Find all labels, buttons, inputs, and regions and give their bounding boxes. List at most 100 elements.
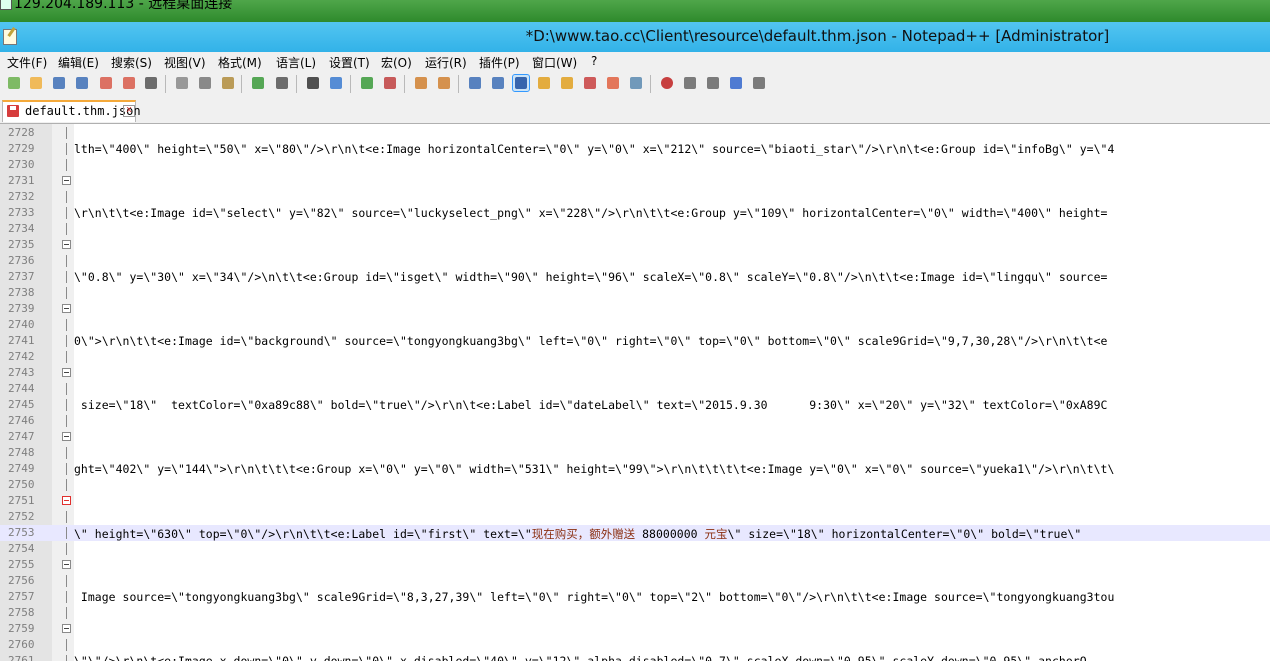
line-number: 2746	[8, 414, 35, 427]
menu-item-11[interactable]: ?	[591, 54, 597, 68]
editor-line[interactable]: 2757 Image source=\"tongyongkuang3bg\" s…	[0, 589, 1270, 605]
fold-guide-line	[66, 447, 67, 459]
replace-icon[interactable]	[328, 75, 344, 91]
menu-item-1[interactable]: 编辑(E)	[58, 54, 99, 71]
close-icon[interactable]	[98, 75, 114, 91]
menu-item-3[interactable]: 视图(V)	[164, 54, 206, 71]
save-macro-icon[interactable]	[751, 75, 767, 91]
editor-line[interactable]: 2760	[0, 637, 1270, 653]
code-text: size=\"18\" textColor=\"0xa89c88\" bold=…	[74, 398, 1108, 412]
editor-line[interactable]: 2729 lth=\"400\" height=\"50\" x=\"80\"/>…	[0, 141, 1270, 157]
tab-default-thm-json[interactable]: default.thm.json x	[2, 100, 141, 122]
sync-horizontal-icon[interactable]	[436, 75, 452, 91]
fold-toggle-icon[interactable]	[62, 304, 71, 313]
function-list-icon[interactable]	[582, 75, 598, 91]
editor-line[interactable]: 2758	[0, 605, 1270, 621]
editor[interactable]: 2728 2729 lth=\"400\" height=\"50\" x=\"80…	[0, 124, 1270, 661]
menu-item-0[interactable]: 文件(F)	[7, 54, 47, 71]
menu-item-7[interactable]: 宏(O)	[381, 54, 412, 71]
zoom-in-icon[interactable]	[359, 75, 375, 91]
fold-guide-line	[66, 335, 67, 347]
copy-icon[interactable]	[197, 75, 213, 91]
doc-map-icon[interactable]	[559, 75, 575, 91]
editor-line[interactable]: 2752	[0, 509, 1270, 525]
editor-line[interactable]: 2742	[0, 349, 1270, 365]
editor-line[interactable]: 2751	[0, 493, 1270, 509]
menu-item-2[interactable]: 搜索(S)	[111, 54, 152, 71]
editor-line[interactable]: 2733 \r\n\t\t<e:Image id=\"select\" y=\"8…	[0, 205, 1270, 221]
fold-toggle-icon[interactable]	[62, 560, 71, 569]
editor-line[interactable]: 2746	[0, 413, 1270, 429]
editor-line[interactable]: 2756	[0, 573, 1270, 589]
fold-guide-line	[66, 207, 67, 219]
cut-icon[interactable]	[174, 75, 190, 91]
undo-icon[interactable]	[250, 75, 266, 91]
editor-line[interactable]: 2734	[0, 221, 1270, 237]
editor-line[interactable]: 2749 ght=\"402\" y=\"144\">\r\n\t\t\t<e:G…	[0, 461, 1270, 477]
folder-workspace-icon[interactable]	[605, 75, 621, 91]
fold-guide-line	[66, 191, 67, 203]
fold-toggle-icon[interactable]	[62, 240, 71, 249]
paste-icon[interactable]	[220, 75, 236, 91]
line-number: 2736	[8, 254, 35, 267]
new-file-icon[interactable]	[6, 75, 22, 91]
editor-line[interactable]: 2731	[0, 173, 1270, 189]
editor-line[interactable]: 2735	[0, 237, 1270, 253]
editor-line[interactable]: 2741 0\">\r\n\t\t<e:Image id=\"background…	[0, 333, 1270, 349]
fold-toggle-icon[interactable]	[62, 624, 71, 633]
editor-line[interactable]: 2738	[0, 285, 1270, 301]
editor-line[interactable]: 2750	[0, 477, 1270, 493]
stop-macro-icon[interactable]	[682, 75, 698, 91]
line-number: 2749	[8, 462, 35, 475]
editor-line[interactable]: 2745 size=\"18\" textColor=\"0xa89c88\" …	[0, 397, 1270, 413]
zoom-out-icon[interactable]	[382, 75, 398, 91]
editor-line[interactable]: 2753 \" height=\"630\" top=\"0\"/>\r\n\t\…	[0, 525, 1270, 541]
editor-line[interactable]: 2736	[0, 253, 1270, 269]
close-all-icon[interactable]	[121, 75, 137, 91]
menu-item-5[interactable]: 语言(L)	[276, 54, 316, 71]
line-number: 2754	[8, 542, 35, 555]
menu-item-10[interactable]: 窗口(W)	[532, 54, 577, 71]
editor-line[interactable]: 2739	[0, 301, 1270, 317]
editor-line[interactable]: 2728	[0, 125, 1270, 141]
menu-item-8[interactable]: 运行(R)	[425, 54, 467, 71]
find-icon[interactable]	[305, 75, 321, 91]
editor-line[interactable]: 2755	[0, 557, 1270, 573]
fold-toggle-icon[interactable]	[62, 496, 71, 505]
show-all-chars-icon[interactable]	[490, 75, 506, 91]
monitoring-icon[interactable]	[628, 75, 644, 91]
editor-line[interactable]: 2748	[0, 445, 1270, 461]
save-all-icon[interactable]	[74, 75, 90, 91]
editor-line[interactable]: 2740	[0, 317, 1270, 333]
editor-line[interactable]: 2730	[0, 157, 1270, 173]
redo-icon[interactable]	[274, 75, 290, 91]
sync-vertical-icon[interactable]	[413, 75, 429, 91]
user-language-icon[interactable]	[536, 75, 552, 91]
toolbar-separator	[404, 75, 405, 93]
word-wrap-icon[interactable]	[467, 75, 483, 91]
fold-guide-line	[66, 351, 67, 363]
editor-line[interactable]: 2754	[0, 541, 1270, 557]
open-file-icon[interactable]	[28, 75, 44, 91]
editor-line[interactable]: 2732	[0, 189, 1270, 205]
indent-guide-icon[interactable]	[512, 74, 530, 92]
print-icon[interactable]	[143, 75, 159, 91]
editor-line[interactable]: 2747	[0, 429, 1270, 445]
menu-item-4[interactable]: 格式(M)	[218, 54, 262, 71]
tab-close-icon[interactable]: x	[123, 105, 135, 117]
fold-toggle-icon[interactable]	[62, 368, 71, 377]
save-icon[interactable]	[51, 75, 67, 91]
fold-toggle-icon[interactable]	[62, 432, 71, 441]
editor-line[interactable]: 2761 \"\"/>\r\n\t<e:Image x_down=\"0\" y_…	[0, 653, 1270, 661]
run-macro-multiple-icon[interactable]	[728, 75, 744, 91]
play-macro-icon[interactable]	[705, 75, 721, 91]
editor-line[interactable]: 2737 \"0.8\" y=\"30\" x=\"34\"/>\n\t\t<e:…	[0, 269, 1270, 285]
editor-line[interactable]: 2759	[0, 621, 1270, 637]
menu-item-9[interactable]: 插件(P)	[479, 54, 520, 71]
editor-line[interactable]: 2743	[0, 365, 1270, 381]
title-bar[interactable]: *D:\www.tao.cc\Client\resource\default.t…	[0, 22, 1270, 52]
menu-item-6[interactable]: 设置(T)	[329, 54, 370, 71]
fold-toggle-icon[interactable]	[62, 176, 71, 185]
record-macro-icon[interactable]	[659, 75, 675, 91]
editor-line[interactable]: 2744	[0, 381, 1270, 397]
